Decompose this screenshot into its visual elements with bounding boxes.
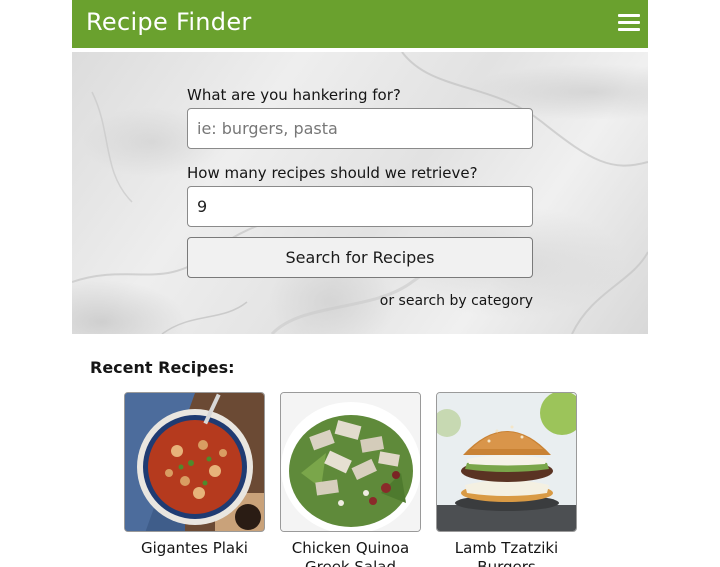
search-button[interactable]: Search for Recipes bbox=[187, 237, 533, 278]
recent-recipes-heading: Recent Recipes: bbox=[90, 358, 235, 377]
count-input[interactable] bbox=[187, 186, 533, 227]
count-label: How many recipes should we retrieve? bbox=[187, 164, 478, 182]
app-header: Recipe Finder bbox=[72, 0, 648, 48]
query-label: What are you hankering for? bbox=[187, 86, 401, 104]
recipe-title[interactable]: Gigantes Plaki bbox=[124, 539, 265, 558]
search-by-category-link[interactable]: or search by category bbox=[380, 293, 533, 309]
recipe-card-gigantes-plaki[interactable]: Gigantes Plaki bbox=[124, 392, 265, 558]
chicken-salad-photo bbox=[281, 393, 420, 531]
recipe-thumbnail[interactable] bbox=[436, 392, 577, 532]
app-title[interactable]: Recipe Finder bbox=[86, 8, 252, 36]
recipe-thumbnail[interactable] bbox=[124, 392, 265, 532]
baked-beans-in-tomato-sauce-photo bbox=[125, 393, 264, 531]
app-page: Recipe Finder What are you hankering for… bbox=[72, 0, 648, 567]
recipe-card-lamb-tzatziki-burgers[interactable]: Lamb Tzatziki Burgers bbox=[436, 392, 577, 567]
recipe-thumbnail[interactable] bbox=[280, 392, 421, 532]
recipe-card-chicken-quinoa-greek-salad[interactable]: Chicken Quinoa Greek Salad bbox=[280, 392, 421, 567]
recipe-title[interactable]: Lamb Tzatziki Burgers bbox=[436, 539, 577, 567]
hamburger-menu-icon[interactable] bbox=[618, 12, 640, 34]
lamb-burger-photo bbox=[437, 393, 576, 531]
recipe-title[interactable]: Chicken Quinoa Greek Salad bbox=[280, 539, 421, 567]
search-panel: What are you hankering for? How many rec… bbox=[72, 52, 648, 334]
query-input[interactable] bbox=[187, 108, 533, 149]
